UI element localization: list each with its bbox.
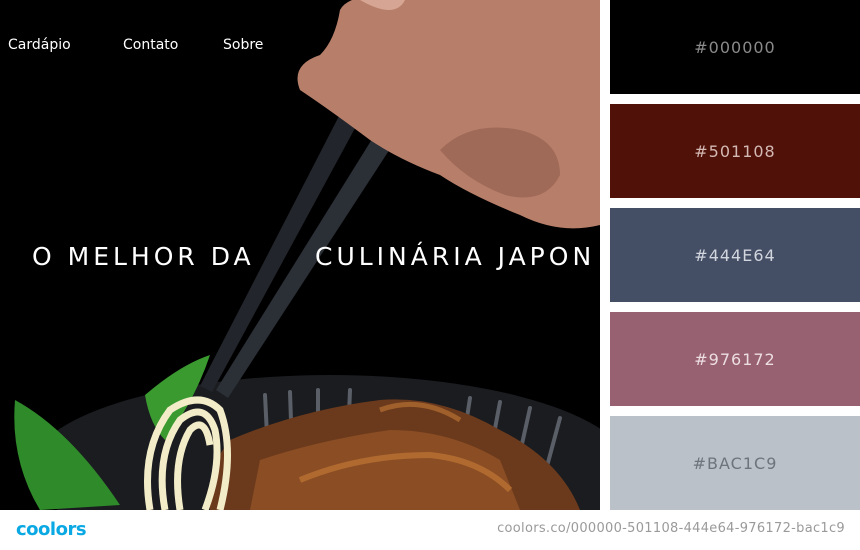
nav-link-contato[interactable]: Contato (123, 37, 178, 53)
color-swatch-2[interactable]: #501108 (610, 104, 860, 198)
nav-link-sobre[interactable]: Sobre (223, 37, 263, 53)
swatch-hex-label: #BAC1C9 (692, 453, 778, 473)
swatch-hex-label: #000000 (694, 37, 776, 57)
nav-link-cardapio[interactable]: Cardápio (8, 37, 71, 53)
color-swatch-5[interactable]: #BAC1C9 (610, 416, 860, 510)
coolors-logo[interactable]: coolors (16, 519, 87, 540)
hero-image: Cardápio Contato Sobre O MELHOR DA CULIN… (0, 0, 600, 510)
swatch-hex-label: #501108 (694, 141, 776, 161)
color-swatch-1[interactable]: #000000 (610, 0, 860, 94)
swatch-hex-label: #444E64 (694, 245, 776, 265)
swatch-hex-label: #976172 (694, 349, 776, 369)
hero-headline-part2: CULINÁRIA JAPON (315, 242, 596, 271)
color-swatch-4[interactable]: #976172 (610, 312, 860, 406)
palette-url[interactable]: coolors.co/000000-501108-444e64-976172-b… (497, 521, 845, 536)
hero-headline-part1: O MELHOR DA (32, 242, 255, 271)
color-swatch-3[interactable]: #444E64 (610, 208, 860, 302)
color-palette: #000000 #501108 #444E64 #976172 #BAC1C9 (610, 0, 860, 510)
footer-bar: coolors coolors.co/000000-501108-444e64-… (0, 510, 860, 550)
